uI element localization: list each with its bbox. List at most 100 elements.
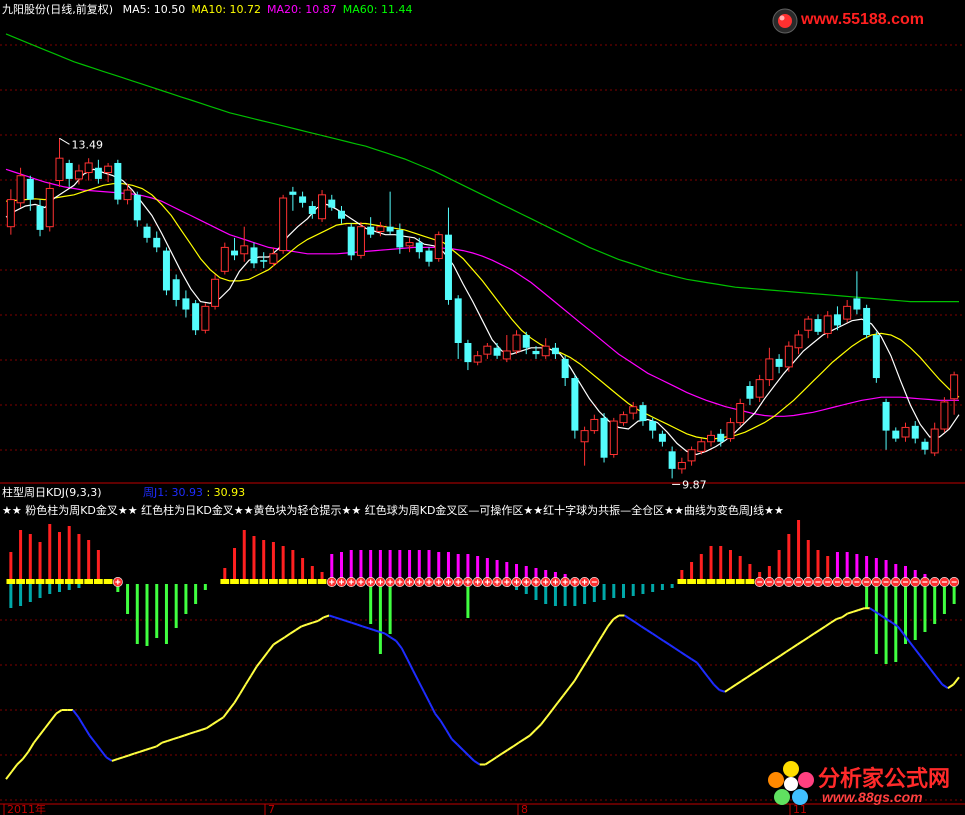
candle: [367, 217, 375, 238]
candle-body: [328, 199, 336, 208]
candle-body: [600, 417, 608, 458]
candle-body: [425, 250, 433, 262]
candle: [853, 271, 861, 315]
candle: [911, 421, 919, 444]
j-curve-segment: [484, 760, 492, 766]
j-curve-segment: [83, 725, 91, 737]
candle: [192, 299, 200, 336]
candle-body: [629, 406, 638, 414]
candle-body: [74, 170, 83, 180]
j-curve-segment: [456, 743, 464, 751]
candle: [814, 314, 822, 336]
j-curve-segment: [562, 687, 570, 697]
candle-body: [639, 405, 647, 422]
j-curve-segment: [267, 643, 275, 653]
j-curve-segment: [122, 754, 129, 759]
lower-bar: [923, 584, 927, 632]
candle-body: [911, 425, 919, 439]
yellow-block: [298, 579, 307, 584]
lower-bar: [126, 584, 130, 614]
candle: [6, 189, 15, 235]
candle: [279, 194, 288, 254]
upper-bar: [699, 554, 703, 580]
lower-bar: [155, 584, 159, 638]
kline-chart[interactable]: 13.499.87 2011年 7 8 11: [0, 0, 965, 815]
j-curve-segment: [328, 614, 336, 619]
logo-ball-icon: [772, 8, 798, 34]
lower-bar: [48, 584, 52, 594]
kdj-indicator: [5, 520, 960, 780]
j-curve-segment: [713, 683, 721, 691]
candle-body: [882, 401, 890, 431]
candle-body: [240, 245, 249, 255]
yellow-block: [45, 579, 55, 584]
candle: [434, 231, 443, 262]
candle-body: [717, 433, 725, 442]
j-curve-segment: [579, 662, 587, 673]
lower-bar: [9, 584, 13, 608]
j-curve-segment: [88, 734, 96, 744]
j-curve-segment: [289, 629, 297, 635]
j-curve-segment: [144, 747, 152, 751]
candle-body: [415, 242, 423, 253]
candle-body: [65, 162, 73, 179]
j-curve-segment: [189, 730, 196, 735]
yellow-block: [103, 579, 113, 584]
candle: [512, 330, 521, 355]
lower-bar: [77, 584, 81, 588]
j-curve-segment: [351, 621, 358, 626]
yellow-block: [230, 579, 239, 584]
upper-bar: [320, 572, 324, 580]
lower-bar: [369, 584, 373, 624]
j-curve-segment: [128, 752, 135, 757]
upper-bar: [874, 558, 878, 580]
j-curve-segment: [556, 694, 565, 704]
site-logo-top[interactable]: www.55188.com: [771, 6, 961, 36]
yellow-block: [706, 579, 716, 584]
upper-bar: [48, 524, 52, 580]
yellow-block: [288, 579, 298, 584]
upper-bar: [865, 556, 869, 580]
yellow-block: [220, 579, 230, 584]
upper-bar: [242, 530, 246, 580]
upper-bar: [806, 540, 810, 580]
candle: [454, 295, 462, 359]
candle-body: [396, 229, 404, 248]
upper-bar: [408, 550, 412, 580]
candle: [182, 290, 190, 318]
j-curve-segment: [490, 756, 497, 762]
j-curve-segment: [719, 689, 726, 693]
upper-bar: [388, 550, 392, 580]
candle: [240, 226, 249, 262]
candle-body: [697, 441, 706, 452]
candle-body: [231, 250, 239, 256]
candle-body: [289, 191, 297, 195]
upper-bar: [835, 552, 839, 580]
candle-body: [901, 426, 910, 438]
candle-body: [6, 199, 15, 228]
candle-body: [444, 234, 452, 300]
j-curve-segment: [729, 683, 737, 690]
site-logo-bottom[interactable]: 分析家公式网 www.88gs.com: [766, 759, 961, 809]
j-curve-segment: [802, 636, 810, 642]
candle-body: [94, 167, 102, 179]
candle: [502, 335, 511, 363]
lower-bar: [388, 584, 392, 634]
candle: [318, 190, 327, 222]
upper-bar: [359, 550, 363, 580]
candle-body: [182, 298, 190, 310]
j-curve-segment: [400, 647, 409, 660]
candlesticks: [6, 138, 959, 479]
j-curve-segment: [27, 742, 35, 753]
upper-bar: [252, 536, 256, 580]
yellow-block: [307, 579, 317, 584]
lower-bar: [952, 584, 956, 604]
upper-bar: [281, 546, 285, 580]
lower-bar: [894, 584, 898, 662]
j-curve-segment: [428, 702, 436, 715]
j-curve-segment: [852, 609, 860, 613]
candle-body: [755, 379, 764, 398]
j-curve-segment: [896, 625, 905, 635]
candle: [347, 223, 355, 261]
candle: [541, 338, 550, 359]
